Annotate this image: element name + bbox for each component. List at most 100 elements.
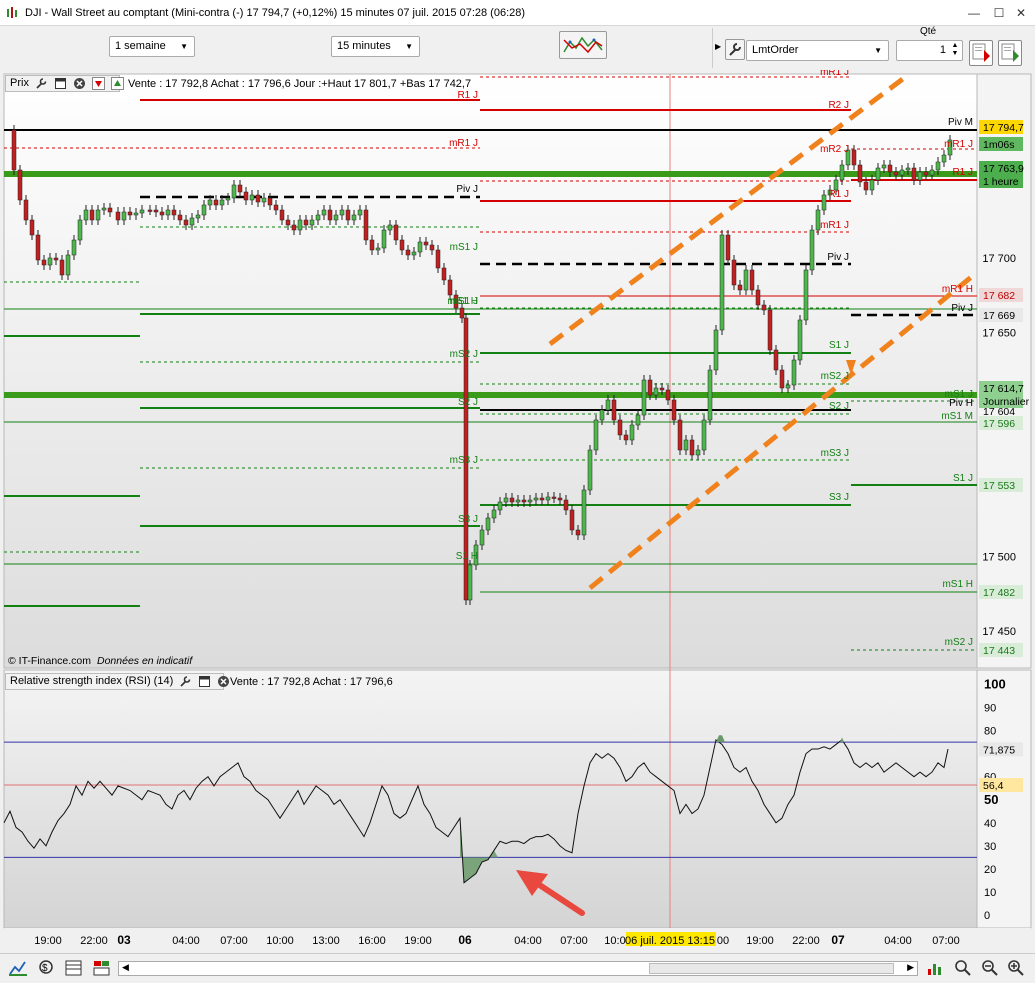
candle-body (189, 217, 195, 226)
rsi-panel-header: Relative strength index (RSI) (14) (5, 673, 230, 690)
chart-area[interactable]: mR1 J R1 J R2 J Piv M mR1 J mR2 J mR1 J R1 J Piv… (0, 70, 1035, 953)
price-tag-label: 17 553 (983, 480, 1015, 492)
candle-body (719, 234, 725, 331)
order-type-select[interactable]: LmtOrder ▼ (746, 40, 889, 61)
chart-type-icon[interactable] (8, 959, 28, 977)
candle-body (429, 244, 435, 251)
scroll-left-icon[interactable]: ◀ (122, 962, 129, 973)
level-label: R1 J (952, 167, 973, 178)
close-window-button[interactable]: ✕ (1012, 4, 1030, 22)
candle-body (797, 319, 803, 361)
window-icon[interactable] (198, 675, 211, 688)
candle-body (593, 419, 599, 451)
close-icon[interactable] (73, 77, 86, 90)
candle-body (435, 249, 441, 269)
zoom-out-icon[interactable] (980, 959, 1000, 977)
quantity-stepper[interactable]: 1 ▲ ▼ (896, 40, 963, 61)
level-label: S1 H (456, 551, 478, 562)
sell-order-icon (972, 43, 990, 62)
candle-body (95, 209, 101, 221)
rsi-tick-label: 40 (984, 818, 996, 830)
candle-body (887, 164, 893, 173)
candle-body (207, 199, 213, 206)
candle-body (683, 439, 689, 451)
level-label: Piv M (948, 117, 973, 128)
candle-body (737, 284, 743, 291)
green-up-arrow-icon[interactable] (111, 76, 125, 90)
spin-arrows-icon[interactable]: ▲ ▼ (950, 42, 960, 58)
time-tick-label: 07:00 (220, 935, 248, 947)
color-settings-icon[interactable] (92, 959, 112, 977)
time-tick-label: 04:00 (514, 935, 542, 947)
time-tick-label: 22:00 (792, 935, 820, 947)
candle-body (41, 259, 47, 266)
bottom-toolbar: $ ◀ ▶ (0, 953, 1035, 983)
candle-body (387, 224, 393, 231)
window-icon[interactable] (54, 77, 67, 90)
level-label: mR1 H (942, 284, 973, 295)
level-label: mR2 J (820, 144, 849, 155)
interval-value: 15 minutes (337, 40, 391, 52)
time-tick-label: 19:00 (746, 935, 774, 947)
candle-body (381, 229, 387, 249)
indicator-icon[interactable]: $ (36, 959, 56, 977)
candle-body (503, 497, 509, 503)
minimize-button[interactable]: — (965, 4, 983, 22)
candle-body (467, 564, 473, 601)
candle-body (127, 211, 133, 216)
candle-body (791, 359, 797, 386)
period-select[interactable]: 1 semaine ▼ (109, 36, 195, 57)
red-down-arrow-icon[interactable] (92, 76, 106, 90)
price-tag-label: 17 596 (983, 418, 1015, 430)
maximize-button[interactable]: ☐ (990, 4, 1008, 22)
interval-select[interactable]: 15 minutes ▼ (331, 36, 420, 57)
scroll-right-icon[interactable]: ▶ (907, 962, 914, 973)
candle-body (411, 251, 417, 256)
settings-button[interactable] (725, 39, 745, 60)
buy-order-button[interactable] (998, 40, 1022, 66)
candle-body (59, 259, 65, 276)
candle-body (785, 384, 791, 389)
candle-body (165, 209, 171, 216)
time-tick-label: 07:00 (932, 935, 960, 947)
scrollbar-thumb[interactable] (649, 963, 894, 974)
wrench-icon (729, 43, 741, 56)
zoom-in-icon[interactable] (1006, 959, 1026, 977)
order-type-value: LmtOrder (752, 44, 799, 56)
candle-body (441, 267, 447, 281)
candle-body (611, 399, 617, 421)
candle-body (515, 499, 521, 503)
rsi-tick-label: 100 (984, 677, 1006, 692)
candle-body (671, 399, 677, 421)
zoom-fit-icon[interactable] (953, 959, 973, 977)
table-icon[interactable] (64, 959, 84, 977)
candle-body (369, 239, 375, 251)
quantity-value: 1 (939, 44, 946, 56)
price-tag-label: 17 614,7 (983, 383, 1024, 395)
candle-body (71, 239, 77, 256)
level-label: mS1 M (941, 411, 973, 422)
candle-body (255, 194, 261, 203)
time-scrollbar[interactable]: ◀ ▶ (118, 961, 918, 976)
candle-body (659, 387, 665, 391)
watermark: © IT-Finance.com (8, 655, 92, 667)
chart-style-button[interactable] (559, 31, 607, 59)
candle-body (851, 149, 857, 166)
wrench-icon[interactable] (35, 77, 48, 90)
candle-body (665, 389, 671, 401)
candle-body (857, 164, 863, 183)
rsi-tick-label: 0 (984, 910, 990, 922)
candle-body (53, 257, 59, 261)
candle-body (731, 259, 737, 286)
candle-body (183, 219, 189, 226)
chevron-down-icon: ▼ (405, 42, 413, 51)
time-tick-label: 10:0 (604, 935, 625, 947)
close-icon[interactable] (217, 675, 230, 688)
candle-body (345, 209, 351, 221)
candle-body (249, 194, 255, 201)
sell-order-button[interactable] (969, 40, 993, 66)
collapse-arrow-icon[interactable]: ▶ (715, 42, 721, 51)
time-tick-label: 16:00 (358, 935, 386, 947)
wrench-icon[interactable] (179, 675, 192, 688)
chart-shift-icon[interactable] (925, 959, 945, 977)
